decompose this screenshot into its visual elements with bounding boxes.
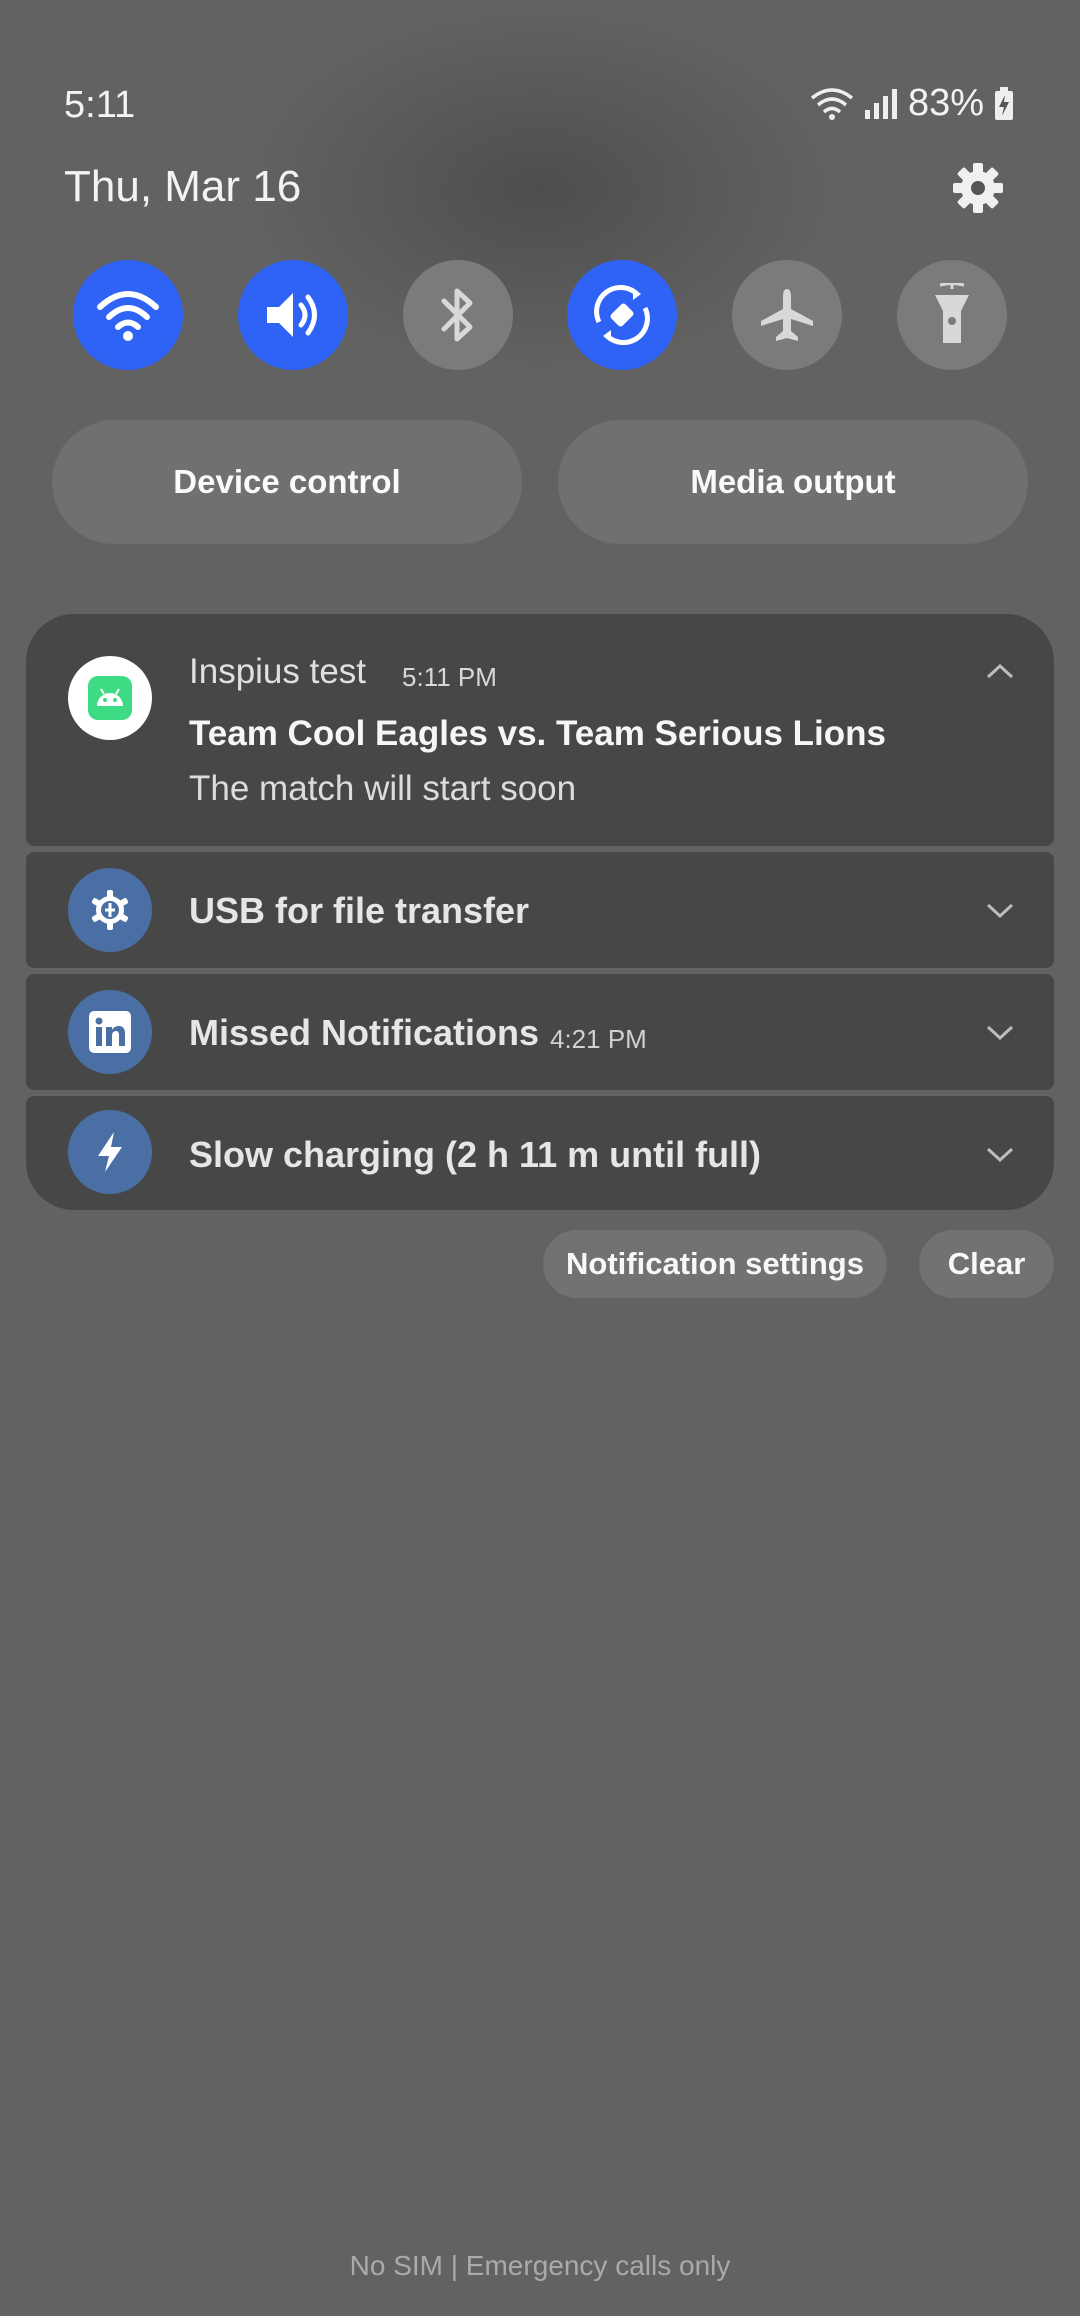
quick-settings-row <box>73 260 1007 370</box>
notification-item[interactable]: Missed Notifications 4:21 PM <box>26 974 1054 1090</box>
notification-group: Inspius test 5:11 PM Team Cool Eagles vs… <box>26 614 1054 1210</box>
notification-title: Missed Notifications <box>189 1012 540 1053</box>
usb-settings-icon <box>91 890 129 930</box>
status-time: 5:11 <box>64 84 136 126</box>
chevron-down-icon[interactable] <box>986 902 1014 920</box>
carrier-status: No SIM | Emergency calls only <box>349 2250 731 2281</box>
clear-button[interactable]: Clear <box>919 1230 1054 1298</box>
wifi-toggle[interactable] <box>73 260 183 370</box>
notification-item[interactable]: USB for file transfer <box>26 852 1054 968</box>
wifi-icon <box>97 291 159 341</box>
airplane-toggle[interactable] <box>732 260 843 370</box>
lightning-icon <box>98 1132 122 1172</box>
notification-time: 4:21 PM <box>550 1024 647 1054</box>
sound-icon <box>266 293 317 337</box>
auto-rotate-toggle[interactable] <box>567 260 678 370</box>
android-icon <box>88 676 132 720</box>
wifi-status-icon <box>810 87 854 120</box>
notification-item[interactable]: Slow charging (2 h 11 m until full) <box>26 1096 1054 1210</box>
device-control-button[interactable]: Device control <box>52 420 522 544</box>
signal-icon <box>864 88 897 119</box>
notification-settings-button[interactable]: Notification settings <box>543 1230 887 1298</box>
chevron-up-icon[interactable] <box>986 662 1014 680</box>
notification-body: The match will start soon <box>189 769 577 808</box>
auto-rotate-icon <box>594 285 651 345</box>
notification-title: Team Cool Eagles vs. Team Serious Lions <box>189 714 886 753</box>
notification-title: USB for file transfer <box>189 890 530 931</box>
settings-gear-icon[interactable] <box>950 160 1006 216</box>
notification-app-name: Inspius test <box>189 652 367 691</box>
linkedin-icon <box>89 1011 131 1053</box>
notification-time: 5:11 PM <box>402 662 497 692</box>
airplane-icon <box>761 289 814 341</box>
chevron-down-icon[interactable] <box>986 1024 1014 1042</box>
app-icon <box>68 868 152 952</box>
flashlight-toggle[interactable] <box>896 260 1007 370</box>
media-output-button[interactable]: Media output <box>558 420 1028 544</box>
app-icon <box>68 656 152 740</box>
battery-percentage: 83% <box>907 82 984 124</box>
app-icon <box>68 1110 152 1194</box>
chevron-down-icon[interactable] <box>986 1146 1014 1164</box>
bluetooth-icon <box>441 288 473 342</box>
notification-item[interactable]: Inspius test 5:11 PM Team Cool Eagles vs… <box>26 614 1054 846</box>
app-icon <box>68 990 152 1074</box>
date-label: Thu, Mar 16 <box>64 162 302 211</box>
flashlight-icon <box>934 283 969 343</box>
sound-toggle[interactable] <box>237 260 348 370</box>
status-icons: 83% <box>810 82 1014 125</box>
bluetooth-toggle[interactable] <box>402 260 513 370</box>
notification-title: Slow charging (2 h 11 m until full) <box>189 1134 762 1175</box>
battery-charging-icon <box>995 86 1013 120</box>
